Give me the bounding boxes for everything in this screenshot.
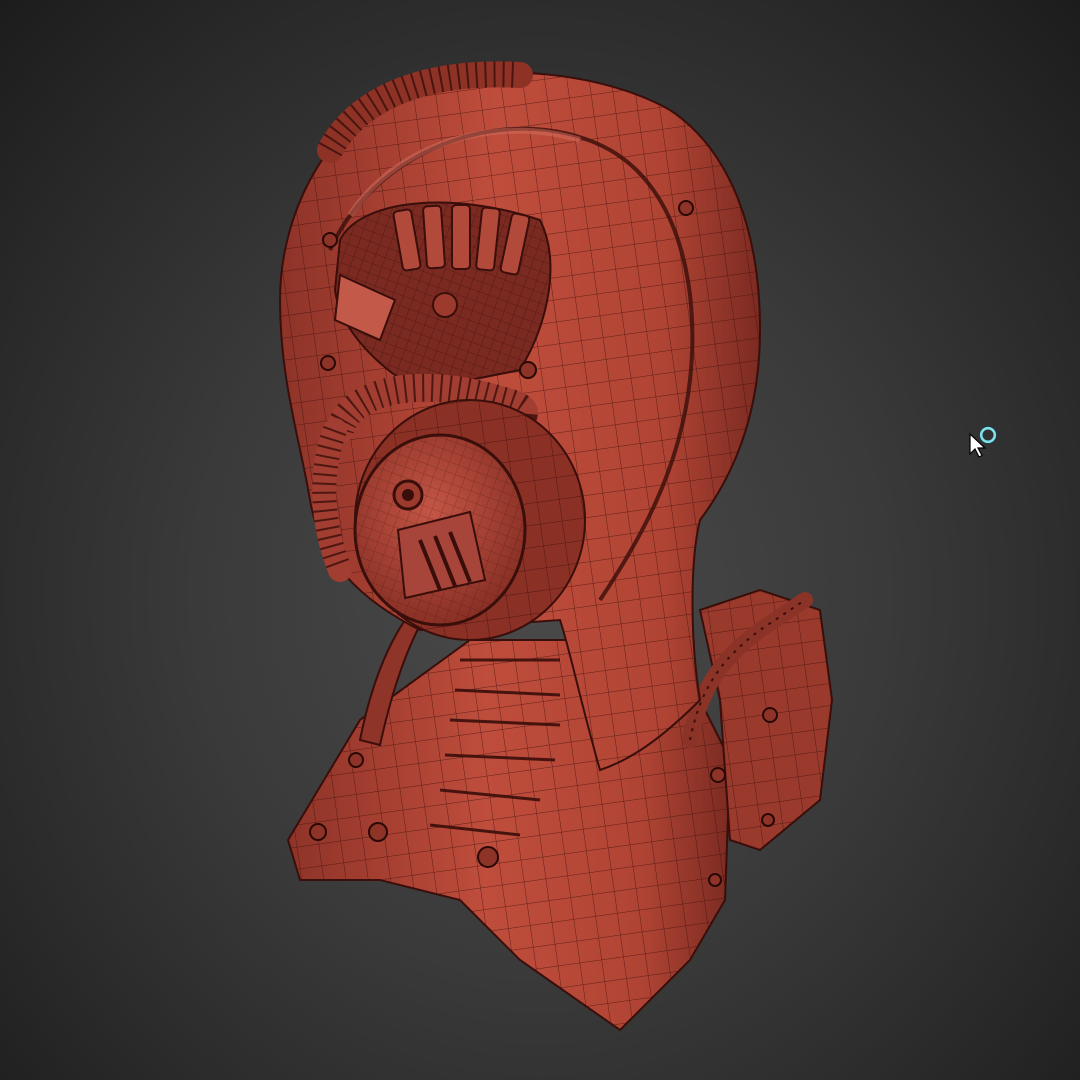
3d-viewport[interactable] — [0, 0, 1080, 1080]
ear-disc — [353, 399, 586, 641]
3d-model-mesh[interactable] — [0, 0, 1080, 1080]
move-cursor-icon — [969, 426, 997, 458]
